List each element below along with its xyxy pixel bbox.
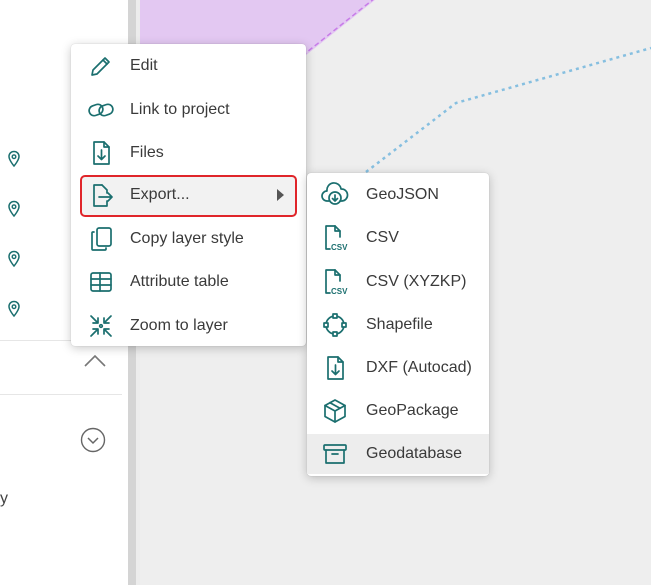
dxf-file-icon [321, 354, 349, 382]
menu-item-attribute-table[interactable]: Attribute table [71, 262, 306, 302]
export-submenu: GeoJSON CSV CSV CSV CSV (XYZKP) Shapefil… [307, 173, 489, 476]
shapefile-icon [321, 311, 349, 339]
archive-icon [321, 440, 349, 468]
csv-file-icon: CSV [321, 268, 349, 296]
dashed-path [365, 46, 651, 173]
menu-item-link-to-project[interactable]: Link to project [71, 90, 306, 130]
submenu-item-label: GeoJSON [366, 186, 439, 203]
submenu-item-geojson[interactable]: GeoJSON [307, 175, 489, 215]
pencil-icon [87, 52, 115, 80]
section-divider [0, 394, 122, 395]
submenu-item-shapefile[interactable]: Shapefile [307, 305, 489, 345]
submenu-item-dxf[interactable]: DXF (Autocad) [307, 348, 489, 388]
menu-item-label: Copy layer style [130, 230, 244, 247]
menu-item-copy-layer-style[interactable]: Copy layer style [71, 219, 306, 259]
submenu-item-geodatabase[interactable]: Geodatabase [307, 434, 489, 474]
submenu-item-label: Shapefile [366, 316, 433, 333]
submenu-item-csv-xyzkp[interactable]: CSV CSV (XYZKP) [307, 262, 489, 302]
export-icon [87, 181, 115, 209]
svg-text:CSV: CSV [331, 287, 348, 296]
menu-item-files[interactable]: Files [71, 133, 306, 173]
submenu-item-csv[interactable]: CSV CSV [307, 218, 489, 258]
submenu-item-label: GeoPackage [366, 402, 459, 419]
zoom-to-layer-icon [87, 312, 115, 340]
location-pin-icon[interactable] [7, 300, 21, 318]
menu-item-label: Edit [130, 57, 158, 74]
geopackage-icon [321, 397, 349, 425]
csv-file-icon: CSV [321, 224, 349, 252]
location-pin-icon[interactable] [7, 150, 21, 168]
submenu-item-label: CSV [366, 229, 399, 246]
chevron-down-circle-icon[interactable] [80, 427, 106, 453]
cloud-download-icon [321, 181, 349, 209]
menu-item-edit[interactable]: Edit [71, 46, 306, 86]
menu-item-label: Files [130, 144, 164, 161]
copy-icon [87, 225, 115, 253]
location-pin-icon[interactable] [7, 200, 21, 218]
table-icon [87, 268, 115, 296]
layer-context-menu: Edit Link to project Files Export... Cop… [71, 44, 306, 346]
location-pin-icon[interactable] [7, 250, 21, 268]
submenu-item-label: DXF (Autocad) [366, 359, 472, 376]
menu-item-label: Attribute table [130, 273, 229, 290]
menu-item-label: Export... [130, 186, 190, 203]
menu-item-zoom-to-layer[interactable]: Zoom to layer [71, 306, 306, 346]
menu-item-export[interactable]: Export... [71, 175, 306, 215]
link-icon [87, 96, 115, 124]
submenu-item-geopackage[interactable]: GeoPackage [307, 391, 489, 431]
submenu-item-label: Geodatabase [366, 445, 463, 462]
caret-right-icon [277, 189, 284, 201]
menu-item-label: Zoom to layer [130, 317, 228, 334]
chevron-up-icon[interactable] [82, 352, 108, 370]
file-download-icon [87, 139, 115, 167]
truncated-label: y [0, 490, 8, 507]
submenu-item-label: CSV (XYZKP) [366, 273, 467, 290]
svg-text:CSV: CSV [331, 243, 348, 252]
menu-item-label: Link to project [130, 101, 230, 118]
